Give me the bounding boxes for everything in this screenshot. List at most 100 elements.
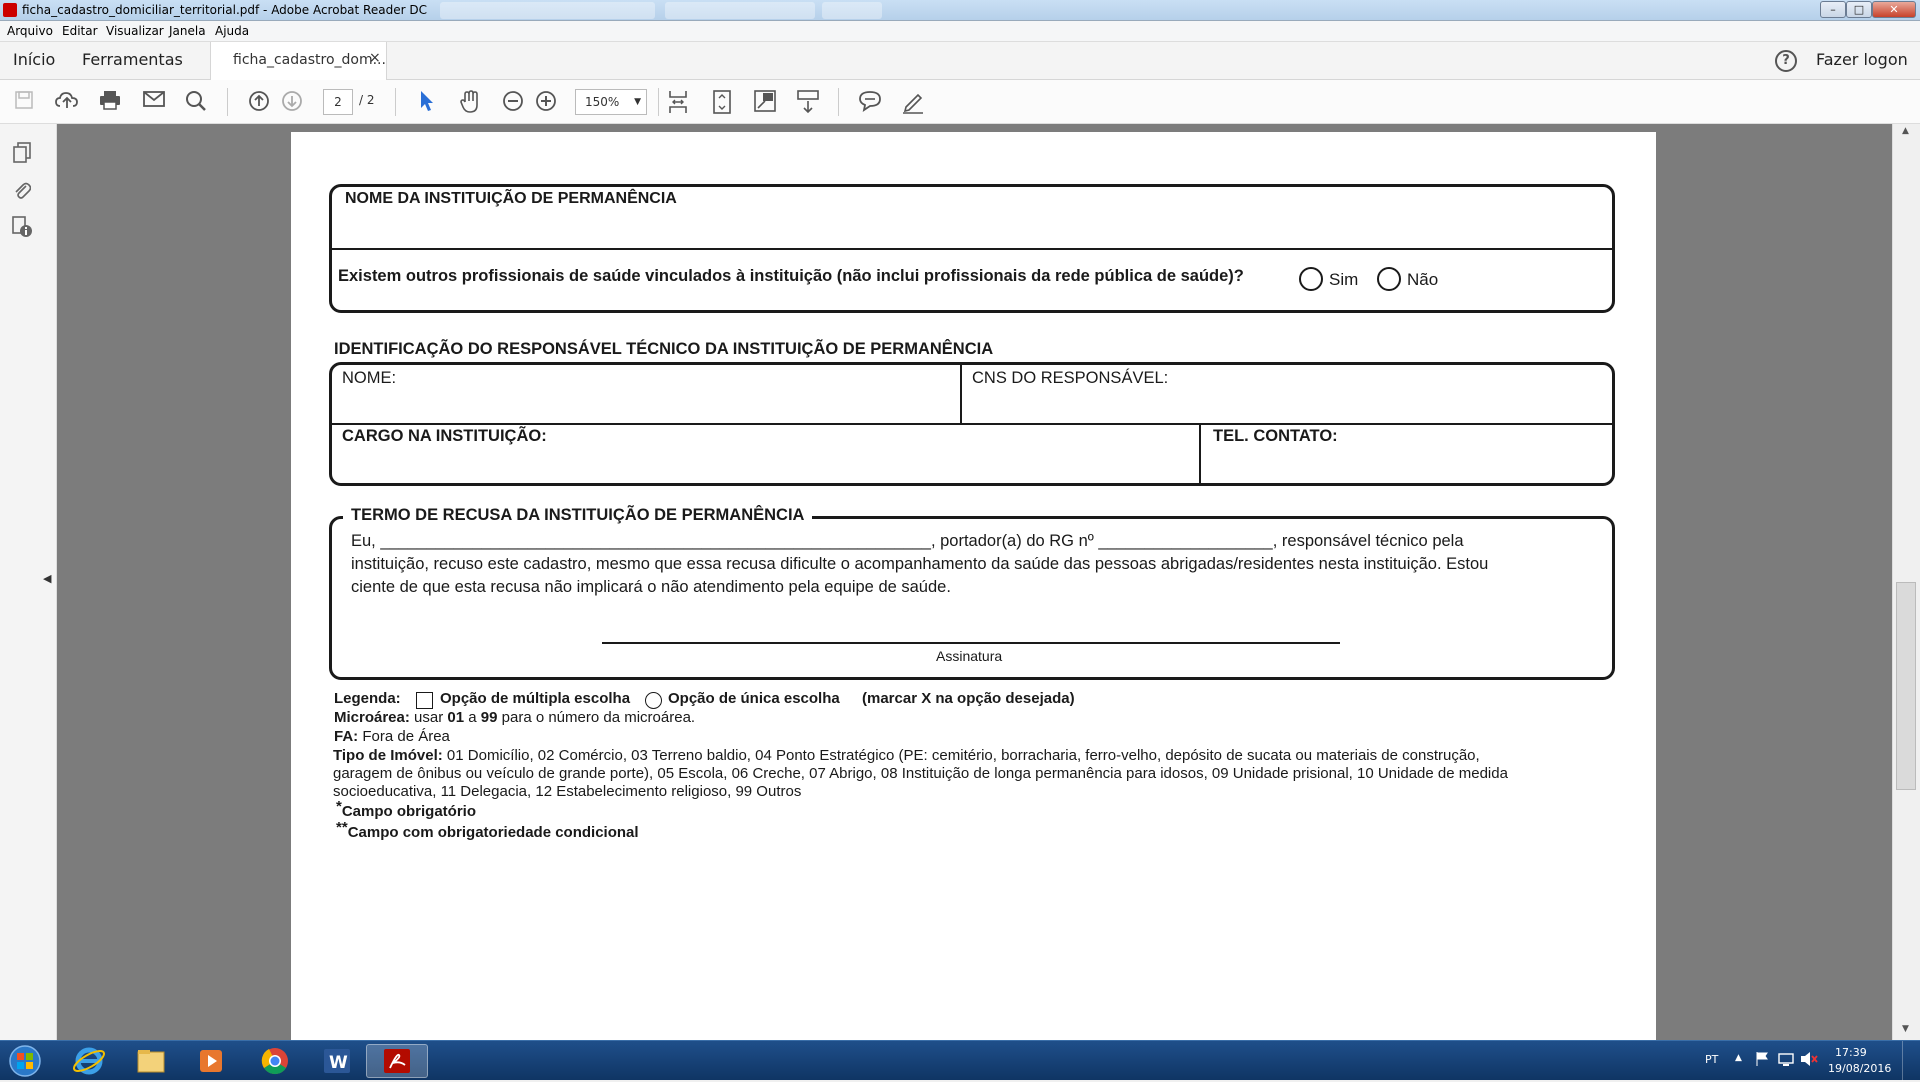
- nome-field-label: NOME:: [342, 369, 397, 387]
- chevron-down-icon: ▼: [634, 97, 641, 107]
- radio-nao[interactable]: [1377, 267, 1401, 291]
- divider: [960, 364, 962, 424]
- help-icon[interactable]: ?: [1775, 50, 1797, 72]
- save-icon[interactable]: [12, 90, 36, 114]
- file-explorer-icon[interactable]: [120, 1044, 182, 1078]
- property-type-line-1: Tipo de Imóvel: 01 Domicílio, 02 Comérci…: [333, 747, 1480, 764]
- network-icon[interactable]: [1778, 1051, 1794, 1070]
- print-icon[interactable]: [98, 90, 122, 114]
- tab-document[interactable]: ficha_cadastro_dom... ×: [210, 42, 387, 80]
- volume-muted-icon[interactable]: [1800, 1051, 1818, 1070]
- background-taskbar-tab: [440, 2, 655, 19]
- document-viewport[interactable]: ◀ NOME DA INSTITUIÇÃO DE PERMANÊNCIA Exi…: [43, 124, 1892, 1062]
- word-icon[interactable]: W: [306, 1044, 368, 1078]
- acrobat-reader-taskbar-icon[interactable]: [366, 1044, 428, 1078]
- menu-visualizar[interactable]: Visualizar: [106, 24, 164, 38]
- checkbox-legend-icon: [416, 692, 433, 709]
- pdf-page: NOME DA INSTITUIÇÃO DE PERMANÊNCIA Exist…: [291, 132, 1656, 1062]
- login-button[interactable]: Fazer logon: [1816, 50, 1908, 69]
- signature-line: [602, 642, 1340, 644]
- previous-page-icon[interactable]: [247, 90, 271, 114]
- page-thumbnails-icon[interactable]: [10, 142, 34, 166]
- language-indicator[interactable]: PT: [1705, 1053, 1718, 1066]
- close-tab-icon[interactable]: ×: [369, 50, 381, 66]
- internet-explorer-icon[interactable]: [58, 1044, 120, 1078]
- conditional-field-note: **Campo com obrigatoriedade condicional: [336, 819, 639, 841]
- legend-label: Legenda:: [334, 690, 401, 707]
- close-window-button[interactable]: ✕: [1872, 1, 1916, 18]
- zoom-in-icon[interactable]: [534, 90, 558, 114]
- select-cursor-icon[interactable]: [415, 90, 439, 114]
- acrobat-app-icon: [3, 3, 17, 17]
- background-taskbar-tab: [665, 2, 815, 19]
- fa-note: FA: Fora de Área: [334, 728, 450, 745]
- upload-cloud-icon[interactable]: [55, 90, 79, 114]
- fit-width-icon[interactable]: [666, 90, 690, 114]
- zoom-level-value: 150%: [585, 95, 620, 109]
- page-total: / 2: [359, 93, 375, 107]
- scroll-up-arrow-icon[interactable]: ▲: [1902, 126, 1909, 136]
- minimize-button[interactable]: –: [1820, 1, 1846, 18]
- toolbar-separator: [227, 88, 228, 116]
- property-type-line-3: socioeducativa, 11 Delegacia, 12 Estabel…: [333, 783, 802, 800]
- menu-arquivo[interactable]: Arquivo: [7, 24, 53, 38]
- radio-sim-label: Sim: [1329, 270, 1359, 289]
- full-screen-icon[interactable]: [753, 90, 777, 114]
- divider: [331, 423, 1613, 425]
- menu-janela[interactable]: Janela: [169, 24, 206, 38]
- sign-pen-icon[interactable]: [901, 90, 925, 114]
- show-desktop-button[interactable]: [1902, 1041, 1920, 1081]
- email-icon[interactable]: [142, 90, 166, 114]
- menu-ajuda[interactable]: Ajuda: [215, 24, 249, 38]
- clock-date[interactable]: 19/08/2016: [1828, 1062, 1891, 1075]
- clock-time[interactable]: 17:39: [1835, 1046, 1867, 1059]
- comment-icon[interactable]: [858, 90, 882, 114]
- other-professionals-question: Existem outros profissionais de saúde vi…: [338, 267, 1244, 285]
- hand-tool-icon[interactable]: [458, 90, 482, 114]
- background-taskbar-tab: [822, 2, 882, 19]
- refusal-heading: TERMO DE RECUSA DA INSTITUIÇÃO DE PERMAN…: [343, 506, 813, 525]
- signature-label: Assinatura: [936, 648, 1003, 664]
- attachment-icon[interactable]: [10, 178, 34, 202]
- toolbar-separator: [658, 88, 659, 116]
- radio-legend-icon: [645, 692, 662, 709]
- cargo-field-label: CARGO NA INSTITUIÇÃO:: [342, 427, 547, 445]
- maximize-button[interactable]: □: [1846, 1, 1872, 18]
- document-tab-label: ficha_cadastro_dom...: [233, 52, 386, 68]
- tray-expand-icon[interactable]: ▲: [1735, 1053, 1742, 1063]
- title-bar: ficha_cadastro_domiciliar_territorial.pd…: [0, 0, 1920, 21]
- zoom-level-select[interactable]: 150% ▼: [575, 89, 647, 115]
- search-icon[interactable]: [184, 90, 208, 114]
- toolbar-separator: [395, 88, 396, 116]
- page-number-input[interactable]: 2: [323, 89, 353, 115]
- tab-home[interactable]: Início: [13, 50, 55, 69]
- scroll-mode-icon[interactable]: [796, 90, 820, 114]
- action-center-flag-icon[interactable]: [1755, 1051, 1769, 1070]
- menu-bar: Arquivo Editar Visualizar Janela Ajuda: [0, 21, 1920, 42]
- radio-sim[interactable]: [1299, 267, 1323, 291]
- menu-editar[interactable]: Editar: [62, 24, 98, 38]
- required-field-note: *Campo obrigatório: [336, 798, 477, 820]
- scrollbar-thumb[interactable]: [1896, 582, 1916, 790]
- scroll-down-arrow-icon[interactable]: ▼: [1902, 1024, 1909, 1034]
- fit-page-icon[interactable]: [710, 90, 734, 114]
- refusal-text-line-1: Eu, ____________________________________…: [351, 532, 1464, 550]
- vertical-scrollbar[interactable]: ▲ ▼: [1892, 124, 1920, 1040]
- chrome-icon[interactable]: [244, 1044, 306, 1078]
- refusal-text-line-2: instituição, recuso este cadastro, mesmo…: [351, 555, 1489, 573]
- zoom-out-icon[interactable]: [501, 90, 525, 114]
- start-button[interactable]: [2, 1044, 52, 1078]
- media-player-icon[interactable]: [180, 1044, 242, 1078]
- cns-field-label: CNS DO RESPONSÁVEL:: [972, 369, 1169, 387]
- collapse-panel-arrow-icon[interactable]: ◀: [43, 572, 53, 592]
- document-info-icon[interactable]: [10, 216, 34, 240]
- refusal-text-line-3: ciente de que esta recusa não implicará …: [351, 578, 951, 596]
- legend-mark-note: (marcar X na opção desejada): [862, 690, 1075, 707]
- property-type-line-2: garagem de ônibus ou veículo de grande p…: [333, 765, 1508, 782]
- next-page-icon[interactable]: [280, 90, 304, 114]
- windows-taskbar: W PT ▲ 17:39 19/08/2016: [0, 1040, 1920, 1081]
- tab-tools[interactable]: Ferramentas: [82, 50, 183, 69]
- microarea-note: Microárea: usar 01 a 99 para o número da…: [334, 709, 696, 726]
- legend-multiple: Opção de múltipla escolha: [440, 690, 631, 707]
- legend-single: Opção de única escolha: [668, 690, 840, 707]
